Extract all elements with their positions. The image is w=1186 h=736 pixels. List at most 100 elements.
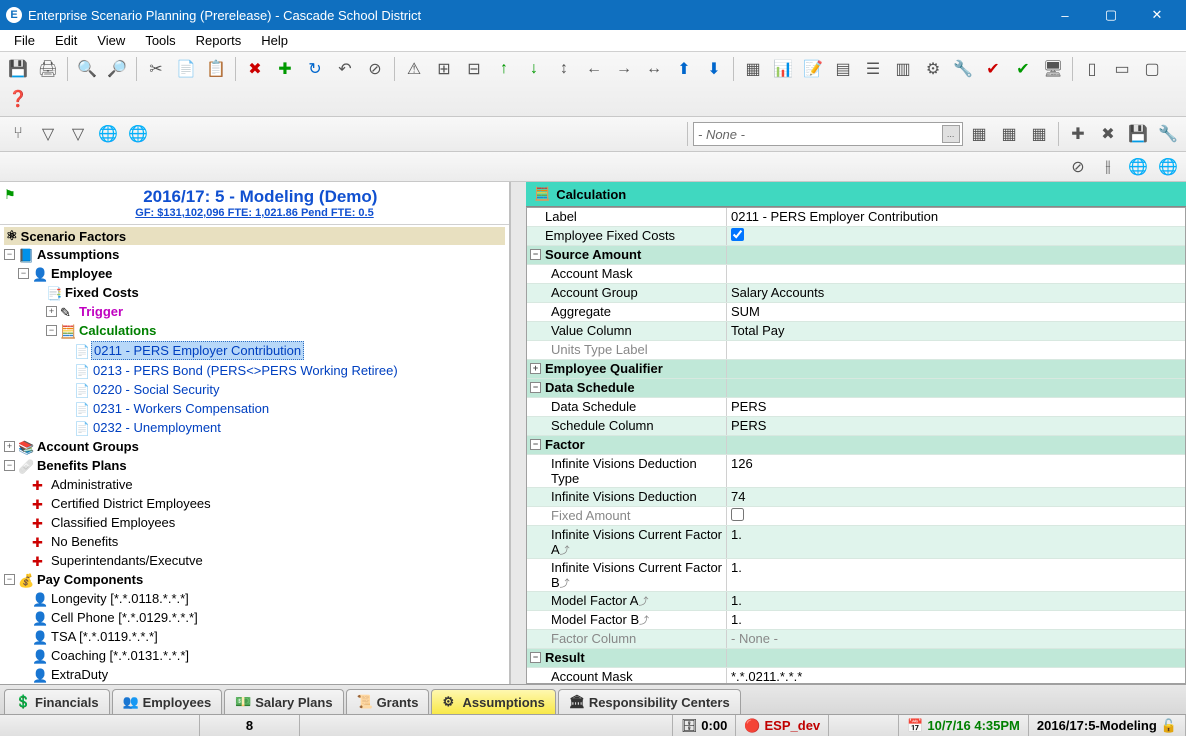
gear-icon[interactable]: ⚙ (919, 55, 947, 83)
prop-value-iv-cfb[interactable]: 1. (727, 559, 1185, 591)
tree-calc-0211[interactable]: 0211 - PERS Employer Contribution (91, 341, 304, 360)
up-blue-icon[interactable]: ⬆ (670, 55, 698, 83)
prop-cat-factor[interactable]: −Factor (527, 436, 727, 454)
efc-checkbox[interactable] (731, 228, 744, 241)
save-small-icon[interactable]: 💾 (1124, 120, 1152, 148)
scenario-tree[interactable]: ⚛Scenario Factors −📘Assumptions −👤Employ… (0, 225, 509, 684)
block-icon[interactable]: ⊘ (1064, 153, 1092, 181)
note-icon[interactable]: 📝 (799, 55, 827, 83)
tree-calc-0232[interactable]: 0232 - Unemployment (91, 419, 223, 436)
delete-icon[interactable]: ✖ (241, 55, 269, 83)
tree-bp-class[interactable]: Classified Employees (49, 514, 177, 531)
tree-calc-0213[interactable]: 0213 - PERS Bond (PERS<>PERS Working Ret… (91, 362, 400, 379)
tree-bp-none[interactable]: No Benefits (49, 533, 120, 550)
grid2-icon[interactable]: ▦ (995, 120, 1023, 148)
collapse-icon[interactable]: − (46, 325, 57, 336)
updown-icon[interactable]: ↕ (550, 55, 578, 83)
expand-icon[interactable]: ⊞ (430, 55, 458, 83)
expand-icon[interactable]: + (46, 306, 57, 317)
print-icon[interactable]: 🖨 (34, 55, 62, 83)
prop-value-iv-ded-type[interactable]: 126 (727, 455, 1185, 487)
prop-value-efc[interactable] (727, 227, 1185, 245)
paste-icon[interactable]: 📋 (202, 55, 230, 83)
prop-value-aggregate[interactable]: SUM (727, 303, 1185, 321)
filter-add-icon[interactable]: ⑂ (4, 120, 32, 148)
monitor-icon[interactable]: 🖥 (1039, 55, 1067, 83)
tree-trigger[interactable]: Trigger (77, 303, 125, 320)
tree-benefits-plans[interactable]: Benefits Plans (35, 457, 129, 474)
help-icon[interactable]: ❓ (4, 85, 32, 113)
tree-pay-components[interactable]: Pay Components (35, 571, 145, 588)
prop-value-iv-cfa[interactable]: 1. (727, 526, 1185, 558)
down-blue-icon[interactable]: ⬇ (700, 55, 728, 83)
minimize-button[interactable]: – (1042, 0, 1088, 30)
stack-icon[interactable]: ☰ (859, 55, 887, 83)
wrench-icon[interactable]: 🔧 (1154, 120, 1182, 148)
warning-icon[interactable]: ⚠ (400, 55, 428, 83)
refresh-icon[interactable]: ↻ (301, 55, 329, 83)
collapse-icon[interactable]: − (4, 249, 15, 260)
tree-pc-extraduty[interactable]: ExtraDuty (49, 666, 110, 683)
tree-assumptions[interactable]: Assumptions (35, 246, 121, 263)
tree-pc-cellphone[interactable]: Cell Phone [*.*.0129.*.*.*] (49, 609, 200, 626)
undo-icon[interactable]: ↶ (331, 55, 359, 83)
prop-value-fixed-amount[interactable] (727, 507, 1185, 525)
prop-value-account-group[interactable]: Salary Accounts (727, 284, 1185, 302)
maximize-button[interactable]: ▢ (1088, 0, 1134, 30)
grid3-icon[interactable]: ▦ (1025, 120, 1053, 148)
fixed-amount-checkbox[interactable] (731, 508, 744, 521)
tree-pc-tsa[interactable]: TSA [*.*.0119.*.*.*] (49, 628, 160, 645)
dropdown-icon[interactable]: ... (942, 125, 960, 143)
tree-pc-coaching[interactable]: Coaching [*.*.0131.*.*.*] (49, 647, 191, 664)
remove-icon[interactable]: ✖ (1094, 120, 1122, 148)
copy-icon[interactable]: 📄 (172, 55, 200, 83)
collapse-icon[interactable]: − (18, 268, 29, 279)
tree-calc-0220[interactable]: 0220 - Social Security (91, 381, 221, 398)
prop-cat-source[interactable]: −Source Amount (527, 246, 727, 264)
grid-icon[interactable]: ▦ (739, 55, 767, 83)
prop-value-label[interactable]: 0211 - PERS Employer Contribution (727, 208, 1185, 226)
tree-account-groups[interactable]: Account Groups (35, 438, 141, 455)
filter-clear-icon[interactable]: ▽ (64, 120, 92, 148)
collapse-icon[interactable]: − (4, 460, 15, 471)
add-icon[interactable]: ✚ (271, 55, 299, 83)
prop-cat-data-schedule[interactable]: −Data Schedule (527, 379, 727, 397)
cut-icon[interactable]: ✂ (142, 55, 170, 83)
tree-calc-0231[interactable]: 0231 - Workers Compensation (91, 400, 271, 417)
close-button[interactable]: ✕ (1134, 0, 1180, 30)
left-icon[interactable]: ← (580, 55, 608, 83)
globe-add-icon[interactable]: 🌐 (94, 120, 122, 148)
layout1-icon[interactable]: ▯ (1078, 55, 1106, 83)
layout2-icon[interactable]: ▭ (1108, 55, 1136, 83)
menu-tools[interactable]: Tools (135, 31, 185, 50)
tree-employee[interactable]: Employee (49, 265, 114, 282)
save-icon[interactable]: 💾 (4, 55, 32, 83)
menu-view[interactable]: View (87, 31, 135, 50)
split-icon[interactable]: ⫲ (1094, 153, 1122, 181)
filter-icon[interactable]: ▽ (34, 120, 62, 148)
menu-file[interactable]: File (4, 31, 45, 50)
grid1-icon[interactable]: ▦ (965, 120, 993, 148)
prop-value-iv-ded[interactable]: 74 (727, 488, 1185, 506)
tree-bp-admin[interactable]: Administrative (49, 476, 135, 493)
find-icon[interactable]: 🔎 (103, 55, 131, 83)
tab-financials[interactable]: 💲Financials (4, 689, 110, 714)
prop-value-result-mask[interactable]: *.*.0211.*.*.* (727, 668, 1185, 684)
globe2-icon[interactable]: 🌐 (1124, 153, 1152, 181)
tool-icon[interactable]: 🔧 (949, 55, 977, 83)
menu-reports[interactable]: Reports (186, 31, 252, 50)
plus-icon[interactable]: ✚ (1064, 120, 1092, 148)
prop-value-mfb[interactable]: 1. (727, 611, 1185, 629)
tree-scenario-factors[interactable]: ⚛Scenario Factors (4, 227, 505, 245)
tree-fixed-costs[interactable]: Fixed Costs (63, 284, 141, 301)
property-grid[interactable]: Label0211 - PERS Employer Contribution E… (526, 207, 1186, 684)
collapse-icon[interactable]: − (4, 574, 15, 585)
prop-cat-emp-qualifier[interactable]: +Employee Qualifier (527, 360, 727, 378)
right-icon[interactable]: → (610, 55, 638, 83)
menu-help[interactable]: Help (251, 31, 298, 50)
tree-pc-longevity[interactable]: Longevity [*.*.0118.*.*.*] (49, 590, 191, 607)
collapse-icon[interactable]: ⊟ (460, 55, 488, 83)
tab-salary-plans[interactable]: 💵Salary Plans (224, 689, 343, 714)
tab-responsibility-centers[interactable]: 🏛Responsibility Centers (558, 689, 741, 714)
vertical-scrollbar[interactable] (510, 182, 526, 684)
